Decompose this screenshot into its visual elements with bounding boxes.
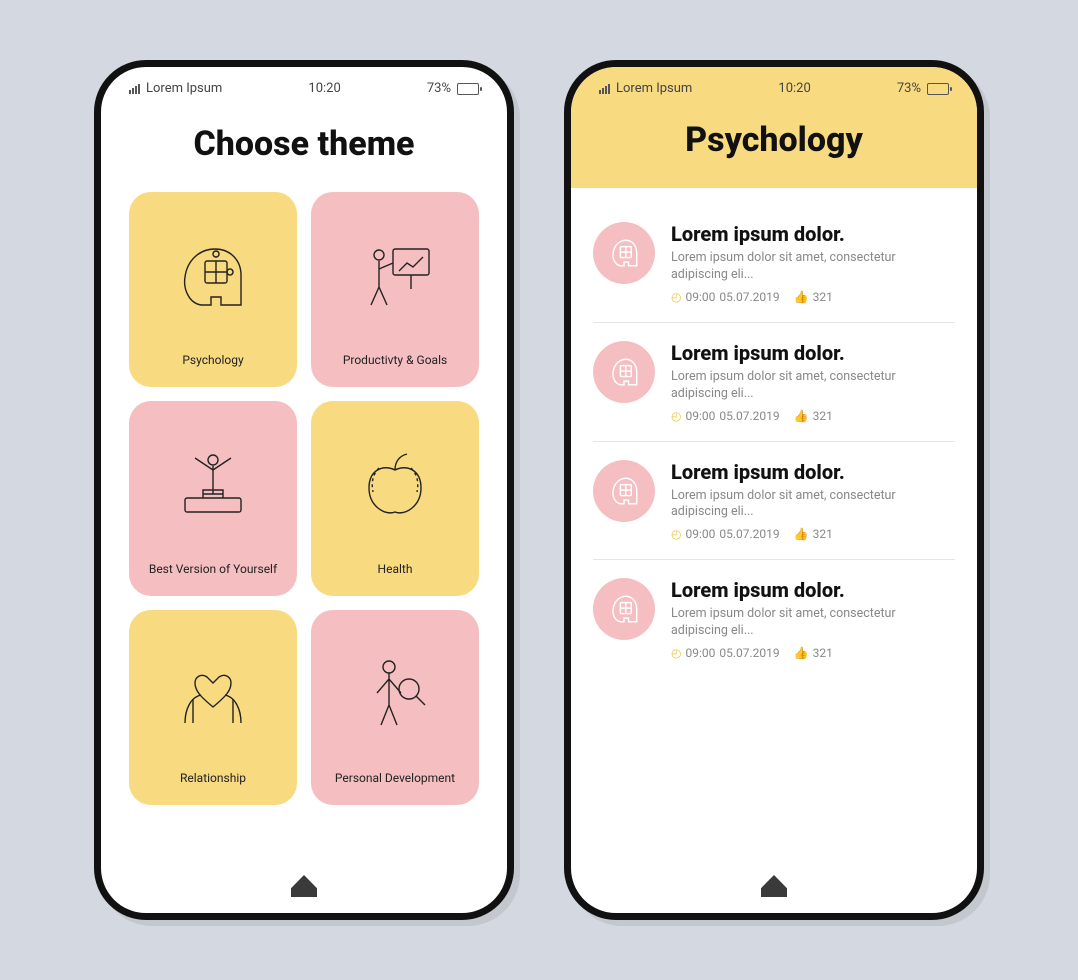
tile-label: Best Version of Yourself xyxy=(149,562,277,576)
phone-choose-theme: Lorem Ipsum 10:20 73% Choose theme Psych… xyxy=(94,60,514,920)
thumbs-up-icon: 👍 xyxy=(794,290,809,304)
thumbs-up-icon: 👍 xyxy=(794,527,809,541)
list-item[interactable]: Lorem ipsum dolor. Lorem ipsum dolor sit… xyxy=(593,323,955,442)
home-button[interactable] xyxy=(291,875,317,897)
item-title: Lorem ipsum dolor. xyxy=(671,578,955,602)
list-item[interactable]: Lorem ipsum dolor. Lorem ipsum dolor sit… xyxy=(593,204,955,323)
home-button[interactable] xyxy=(761,875,787,897)
battery-icon xyxy=(927,83,949,95)
status-bar: Lorem Ipsum 10:20 73% xyxy=(101,67,507,102)
tile-label: Health xyxy=(378,562,413,576)
item-desc: Lorem ipsum dolor sit amet, consectetur … xyxy=(671,606,955,640)
clock-label: 10:20 xyxy=(308,81,340,96)
hands-heart-icon xyxy=(129,610,297,771)
battery-label: 73% xyxy=(427,81,451,96)
head-puzzle-icon xyxy=(129,192,297,353)
page-title: Choose theme xyxy=(101,102,507,192)
theme-grid: Psychology Productivty & Goals Best Vers… xyxy=(101,192,507,805)
signal-icon xyxy=(599,84,610,94)
clock-icon: ◴ xyxy=(671,409,681,423)
item-meta: ◴09:00 05.07.2019 👍321 xyxy=(671,290,955,304)
tile-relationship[interactable]: Relationship xyxy=(129,610,297,805)
list-item[interactable]: Lorem ipsum dolor. Lorem ipsum dolor sit… xyxy=(593,442,955,561)
clock-icon: ◴ xyxy=(671,290,681,304)
battery-icon xyxy=(457,83,479,95)
thumbs-up-icon: 👍 xyxy=(794,646,809,660)
tile-label: Productivty & Goals xyxy=(343,353,447,367)
item-desc: Lorem ipsum dolor sit amet, consectetur … xyxy=(671,369,955,403)
avatar xyxy=(593,222,655,284)
page-title: Psychology xyxy=(571,102,977,188)
tile-health[interactable]: Health xyxy=(311,401,479,596)
tile-label: Personal Development xyxy=(335,771,455,785)
avatar xyxy=(593,578,655,640)
item-title: Lorem ipsum dolor. xyxy=(671,460,955,484)
tile-label: Relationship xyxy=(180,771,246,785)
list-item[interactable]: Lorem ipsum dolor. Lorem ipsum dolor sit… xyxy=(593,560,955,678)
item-meta: ◴09:00 05.07.2019 👍321 xyxy=(671,409,955,423)
phone-psychology-list: Lorem Ipsum 10:20 73% Psychology Lorem i… xyxy=(564,60,984,920)
item-desc: Lorem ipsum dolor sit amet, consectetur … xyxy=(671,250,955,284)
avatar xyxy=(593,460,655,522)
item-meta: ◴09:00 05.07.2019 👍321 xyxy=(671,646,955,660)
presenter-icon xyxy=(311,192,479,353)
thumbs-up-icon: 👍 xyxy=(794,409,809,423)
item-title: Lorem ipsum dolor. xyxy=(671,341,955,365)
tile-personal-dev[interactable]: Personal Development xyxy=(311,610,479,805)
tile-productivity[interactable]: Productivty & Goals xyxy=(311,192,479,387)
status-bar: Lorem Ipsum 10:20 73% xyxy=(571,67,977,102)
item-desc: Lorem ipsum dolor sit amet, consectetur … xyxy=(671,488,955,522)
clock-label: 10:20 xyxy=(778,81,810,96)
person-magnify-icon xyxy=(311,610,479,771)
clock-icon: ◴ xyxy=(671,646,681,660)
tile-label: Psychology xyxy=(182,353,243,367)
apple-tape-icon xyxy=(311,401,479,562)
item-meta: ◴09:00 05.07.2019 👍321 xyxy=(671,527,955,541)
item-title: Lorem ipsum dolor. xyxy=(671,222,955,246)
tile-psychology[interactable]: Psychology xyxy=(129,192,297,387)
winner-icon xyxy=(129,401,297,562)
clock-icon: ◴ xyxy=(671,527,681,541)
tile-best-version[interactable]: Best Version of Yourself xyxy=(129,401,297,596)
avatar xyxy=(593,341,655,403)
battery-label: 73% xyxy=(897,81,921,96)
carrier-label: Lorem Ipsum xyxy=(146,81,222,96)
signal-icon xyxy=(129,84,140,94)
carrier-label: Lorem Ipsum xyxy=(616,81,692,96)
article-list: Lorem ipsum dolor. Lorem ipsum dolor sit… xyxy=(571,188,977,678)
